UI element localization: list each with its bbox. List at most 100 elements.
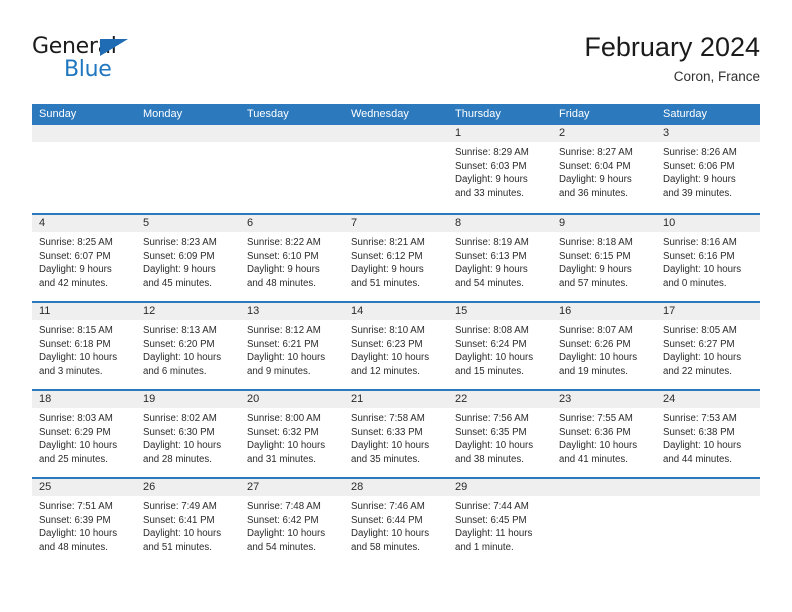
day-cell[interactable]: 23 Sunrise: 7:55 AM Sunset: 6:36 PM Dayligh…	[552, 391, 656, 477]
day-number: 9	[552, 215, 656, 232]
day-detail-line: Daylight: 10 hours	[559, 440, 638, 452]
day-detail-line: Sunset: 6:20 PM	[143, 338, 215, 350]
day-details	[240, 142, 344, 146]
day-detail-line: Sunrise: 7:49 AM	[143, 501, 217, 512]
day-cell[interactable]: 1 Sunrise: 8:29 AM Sunset: 6:03 PM Daylight…	[448, 125, 552, 213]
day-detail-line: and 48 minutes.	[39, 541, 108, 553]
day-detail-line: Sunset: 6:06 PM	[663, 160, 735, 172]
day-detail-line: Sunset: 6:23 PM	[351, 338, 423, 350]
day-cell[interactable]: 22 Sunrise: 7:56 AM Sunset: 6:35 PM Dayligh…	[448, 391, 552, 477]
day-cell-empty	[136, 125, 240, 213]
day-number: 23	[552, 391, 656, 408]
day-detail-line: Sunrise: 7:46 AM	[351, 501, 425, 512]
day-cell[interactable]: 28 Sunrise: 7:46 AM Sunset: 6:44 PM Dayligh…	[344, 479, 448, 565]
day-detail-line: Sunrise: 8:21 AM	[351, 237, 425, 248]
day-cell[interactable]: 5 Sunrise: 8:23 AM Sunset: 6:09 PM Daylight…	[136, 215, 240, 301]
day-details: Sunrise: 8:23 AM Sunset: 6:09 PM Daylight:…	[136, 232, 240, 290]
day-cell[interactable]: 21 Sunrise: 7:58 AM Sunset: 6:33 PM Dayligh…	[344, 391, 448, 477]
day-detail-line: Daylight: 9 hours	[559, 264, 632, 276]
day-cell[interactable]: 29 Sunrise: 7:44 AM Sunset: 6:45 PM Dayligh…	[448, 479, 552, 565]
day-number: 5	[136, 215, 240, 232]
day-detail-line: and 54 minutes.	[247, 541, 316, 553]
day-detail-line: Sunset: 6:44 PM	[351, 514, 423, 526]
day-cell[interactable]: 4 Sunrise: 8:25 AM Sunset: 6:07 PM Daylight…	[32, 215, 136, 301]
day-cell[interactable]: 16 Sunrise: 8:07 AM Sunset: 6:26 PM Dayligh…	[552, 303, 656, 389]
day-cell[interactable]: 15 Sunrise: 8:08 AM Sunset: 6:24 PM Dayligh…	[448, 303, 552, 389]
day-detail-line: Sunset: 6:04 PM	[559, 160, 631, 172]
day-detail-line: Sunrise: 8:07 AM	[559, 325, 633, 336]
day-details: Sunrise: 8:16 AM Sunset: 6:16 PM Daylight:…	[656, 232, 760, 290]
day-cell-empty	[240, 125, 344, 213]
day-number: 16	[552, 303, 656, 320]
day-detail-line: Sunrise: 8:16 AM	[663, 237, 737, 248]
day-cell[interactable]: 14 Sunrise: 8:10 AM Sunset: 6:23 PM Dayligh…	[344, 303, 448, 389]
day-cell[interactable]: 19 Sunrise: 8:02 AM Sunset: 6:30 PM Dayligh…	[136, 391, 240, 477]
day-detail-line: Daylight: 10 hours	[247, 352, 326, 364]
day-cell[interactable]: 11 Sunrise: 8:15 AM Sunset: 6:18 PM Dayligh…	[32, 303, 136, 389]
day-detail-line: Sunrise: 8:13 AM	[143, 325, 217, 336]
day-detail-line: Sunrise: 8:03 AM	[39, 413, 113, 424]
day-number: 26	[136, 479, 240, 496]
day-detail-line: and 0 minutes.	[663, 277, 727, 289]
day-detail-line: Daylight: 10 hours	[143, 528, 222, 540]
day-number	[344, 125, 448, 142]
day-detail-line: and 33 minutes.	[455, 187, 524, 199]
calendar-weeks: 1 Sunrise: 8:29 AM Sunset: 6:03 PM Daylight…	[32, 125, 760, 565]
day-cell-empty	[344, 125, 448, 213]
day-cell[interactable]: 12 Sunrise: 8:13 AM Sunset: 6:20 PM Dayligh…	[136, 303, 240, 389]
day-detail-line: Daylight: 9 hours	[455, 264, 528, 276]
day-detail-line: and 58 minutes.	[351, 541, 420, 553]
day-cell[interactable]: 26 Sunrise: 7:49 AM Sunset: 6:41 PM Dayligh…	[136, 479, 240, 565]
generalblue-logo: General Blue	[32, 34, 152, 86]
day-cell[interactable]: 2 Sunrise: 8:27 AM Sunset: 6:04 PM Daylight…	[552, 125, 656, 213]
day-detail-line: Sunset: 6:38 PM	[663, 426, 735, 438]
day-detail-line: Sunset: 6:13 PM	[455, 250, 527, 262]
day-cell[interactable]: 13 Sunrise: 8:12 AM Sunset: 6:21 PM Dayligh…	[240, 303, 344, 389]
day-number	[552, 479, 656, 496]
day-cell[interactable]: 3 Sunrise: 8:26 AM Sunset: 6:06 PM Daylight…	[656, 125, 760, 213]
day-details: Sunrise: 7:46 AM Sunset: 6:44 PM Daylight:…	[344, 496, 448, 554]
day-cell[interactable]: 6 Sunrise: 8:22 AM Sunset: 6:10 PM Daylight…	[240, 215, 344, 301]
day-number	[656, 479, 760, 496]
day-cell[interactable]: 24 Sunrise: 7:53 AM Sunset: 6:38 PM Dayligh…	[656, 391, 760, 477]
day-cell[interactable]: 17 Sunrise: 8:05 AM Sunset: 6:27 PM Dayligh…	[656, 303, 760, 389]
page-subtitle: Coron, France	[673, 69, 760, 84]
day-detail-line: Daylight: 9 hours	[455, 174, 528, 186]
day-details: Sunrise: 8:27 AM Sunset: 6:04 PM Daylight:…	[552, 142, 656, 200]
day-number: 18	[32, 391, 136, 408]
day-cell[interactable]: 7 Sunrise: 8:21 AM Sunset: 6:12 PM Daylight…	[344, 215, 448, 301]
day-cell[interactable]: 9 Sunrise: 8:18 AM Sunset: 6:15 PM Daylight…	[552, 215, 656, 301]
day-detail-line: Sunset: 6:12 PM	[351, 250, 423, 262]
day-cell[interactable]: 8 Sunrise: 8:19 AM Sunset: 6:13 PM Daylight…	[448, 215, 552, 301]
day-detail-line: Daylight: 10 hours	[455, 352, 534, 364]
day-number: 3	[656, 125, 760, 142]
day-number: 25	[32, 479, 136, 496]
day-detail-line: Sunset: 6:35 PM	[455, 426, 527, 438]
day-detail-line: and 36 minutes.	[559, 187, 628, 199]
day-cell[interactable]: 27 Sunrise: 7:48 AM Sunset: 6:42 PM Dayligh…	[240, 479, 344, 565]
day-cell[interactable]: 18 Sunrise: 8:03 AM Sunset: 6:29 PM Dayligh…	[32, 391, 136, 477]
day-detail-line: Daylight: 10 hours	[351, 440, 430, 452]
day-details: Sunrise: 7:53 AM Sunset: 6:38 PM Daylight:…	[656, 408, 760, 466]
day-cell[interactable]: 20 Sunrise: 8:00 AM Sunset: 6:32 PM Dayligh…	[240, 391, 344, 477]
day-number	[136, 125, 240, 142]
weekday-header-saturday: Saturday	[663, 108, 708, 120]
day-cell[interactable]: 10 Sunrise: 8:16 AM Sunset: 6:16 PM Dayligh…	[656, 215, 760, 301]
day-details	[552, 496, 656, 500]
calendar-week-row: 1 Sunrise: 8:29 AM Sunset: 6:03 PM Daylight…	[32, 125, 760, 213]
weekday-header-friday: Friday	[559, 108, 590, 120]
day-detail-line: Sunset: 6:18 PM	[39, 338, 111, 350]
day-detail-line: and 15 minutes.	[455, 365, 524, 377]
day-details: Sunrise: 8:25 AM Sunset: 6:07 PM Daylight:…	[32, 232, 136, 290]
day-detail-line: and 22 minutes.	[663, 365, 732, 377]
day-detail-line: Daylight: 10 hours	[143, 440, 222, 452]
day-cell[interactable]: 25 Sunrise: 7:51 AM Sunset: 6:39 PM Dayligh…	[32, 479, 136, 565]
day-detail-line: Sunrise: 7:58 AM	[351, 413, 425, 424]
logo-text-blue: Blue	[64, 57, 112, 82]
day-detail-line: and 28 minutes.	[143, 453, 212, 465]
day-detail-line: Daylight: 9 hours	[247, 264, 320, 276]
day-detail-line: Sunrise: 7:55 AM	[559, 413, 633, 424]
day-details: Sunrise: 7:55 AM Sunset: 6:36 PM Daylight:…	[552, 408, 656, 466]
calendar-page: General Blue February 2024 Coron, France…	[0, 0, 792, 612]
day-detail-line: Sunrise: 8:19 AM	[455, 237, 529, 248]
